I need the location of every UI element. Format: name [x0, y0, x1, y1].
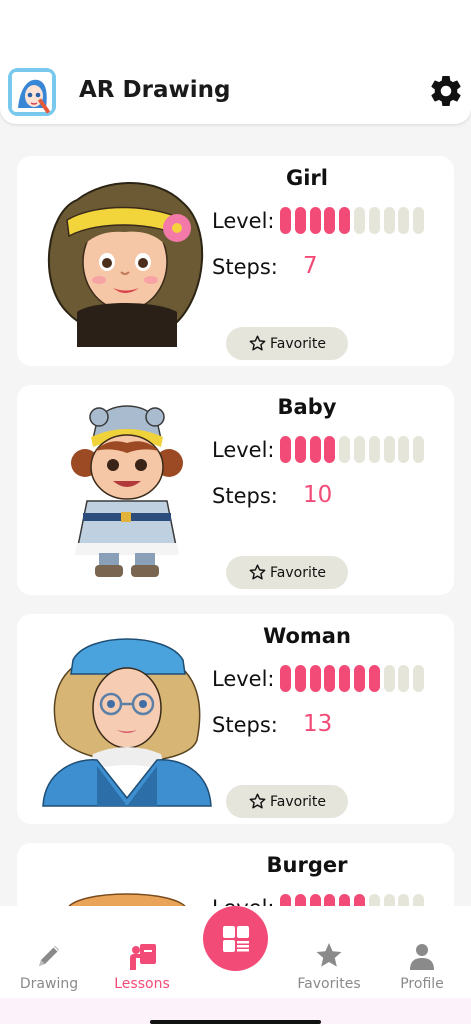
lesson-list[interactable]: Girl Level: Steps: 7 Favorite Baby Level… — [0, 124, 471, 906]
steps-label: Steps: — [212, 255, 278, 279]
pencil-icon — [39, 946, 59, 966]
level-segment — [353, 665, 365, 692]
woman-illustration — [37, 630, 217, 810]
steps-value: 13 — [303, 711, 333, 737]
app-header: AR Drawing — [0, 0, 471, 124]
level-segment — [339, 894, 351, 906]
app-title: AR Drawing — [79, 77, 231, 103]
level-segment — [413, 207, 425, 234]
nav-lessons-label: Lessons — [114, 976, 170, 992]
level-segment — [294, 207, 306, 234]
level-label: Level: — [212, 896, 275, 906]
level-segment — [339, 436, 351, 463]
nav-favorites[interactable]: Favorites — [284, 940, 374, 992]
nav-profile-label: Profile — [400, 976, 444, 992]
level-segment — [383, 207, 395, 234]
star-outline-icon — [249, 335, 266, 351]
level-segment — [324, 665, 336, 692]
level-segment — [353, 894, 365, 906]
level-segment — [309, 894, 321, 906]
level-segment — [383, 894, 395, 906]
level-label: Level: — [212, 667, 275, 691]
level-segment — [294, 436, 306, 463]
level-segment — [368, 665, 380, 692]
favorite-label: Favorite — [270, 793, 326, 810]
steps-value: 10 — [303, 482, 333, 508]
level-meter — [280, 207, 425, 234]
star-icon — [316, 943, 342, 967]
lesson-card[interactable]: Girl Level: Steps: 7 Favorite — [17, 156, 454, 366]
level-segment — [413, 665, 425, 692]
level-meter — [280, 894, 425, 906]
level-segment — [339, 665, 351, 692]
level-segment — [280, 436, 291, 463]
level-segment — [339, 207, 351, 234]
lesson-card[interactable]: Burger Level: — [17, 843, 454, 906]
nav-drawing-label: Drawing — [19, 976, 79, 992]
burger-illustration — [37, 859, 217, 906]
level-label: Level: — [212, 209, 275, 233]
level-segment — [324, 894, 336, 906]
level-segment — [280, 894, 291, 906]
level-segment — [398, 436, 410, 463]
level-segment — [353, 207, 365, 234]
bottom-nav: Drawing Lessons Favorites Profile — [0, 906, 471, 998]
baby-illustration — [37, 401, 217, 581]
nav-drawing[interactable]: Drawing — [4, 940, 94, 992]
favorite-button[interactable]: Favorite — [226, 556, 348, 589]
level-segment — [398, 665, 410, 692]
lesson-card[interactable]: Woman Level: Steps: 13 Favorite — [17, 614, 454, 824]
level-segment — [398, 894, 410, 906]
level-segment — [368, 207, 380, 234]
level-segment — [280, 665, 291, 692]
level-meter — [280, 436, 425, 463]
level-meter — [280, 665, 425, 692]
nav-profile[interactable]: Profile — [377, 940, 467, 992]
level-segment — [309, 207, 321, 234]
level-segment — [280, 207, 291, 234]
level-segment — [398, 207, 410, 234]
favorite-button[interactable]: Favorite — [226, 327, 348, 360]
gallery-grid-icon — [222, 925, 249, 952]
lesson-title: Woman — [263, 624, 351, 648]
level-segment — [413, 894, 425, 906]
level-segment — [368, 894, 380, 906]
lesson-title: Girl — [286, 166, 328, 190]
favorite-label: Favorite — [270, 335, 326, 352]
level-segment — [294, 894, 306, 906]
lesson-title: Baby — [277, 395, 337, 419]
level-segment — [368, 436, 380, 463]
level-segment — [324, 436, 336, 463]
lesson-card[interactable]: Baby Level: Steps: 10 Favorite — [17, 385, 454, 595]
favorite-label: Favorite — [270, 564, 326, 581]
level-segment — [413, 436, 425, 463]
level-segment — [294, 665, 306, 692]
nav-lessons[interactable]: Lessons — [97, 940, 187, 992]
level-segment — [309, 665, 321, 692]
level-segment — [383, 665, 395, 692]
app-logo-icon — [8, 68, 56, 116]
gear-icon[interactable] — [428, 73, 464, 109]
steps-value: 7 — [303, 253, 318, 279]
girl-illustration — [37, 172, 217, 352]
star-outline-icon — [249, 564, 266, 580]
level-segment — [324, 207, 336, 234]
level-segment — [353, 436, 365, 463]
star-outline-icon — [249, 793, 266, 809]
lesson-title: Burger — [266, 853, 348, 877]
nav-favorites-label: Favorites — [297, 976, 361, 992]
level-label: Level: — [212, 438, 275, 462]
level-segment — [309, 436, 321, 463]
fab-gallery-button[interactable] — [203, 906, 268, 971]
person-icon — [410, 944, 434, 970]
lessons-icon — [130, 944, 156, 970]
home-indicator[interactable] — [150, 1020, 321, 1024]
steps-label: Steps: — [212, 713, 278, 737]
favorite-button[interactable]: Favorite — [226, 785, 348, 818]
level-segment — [383, 436, 395, 463]
steps-label: Steps: — [212, 484, 278, 508]
